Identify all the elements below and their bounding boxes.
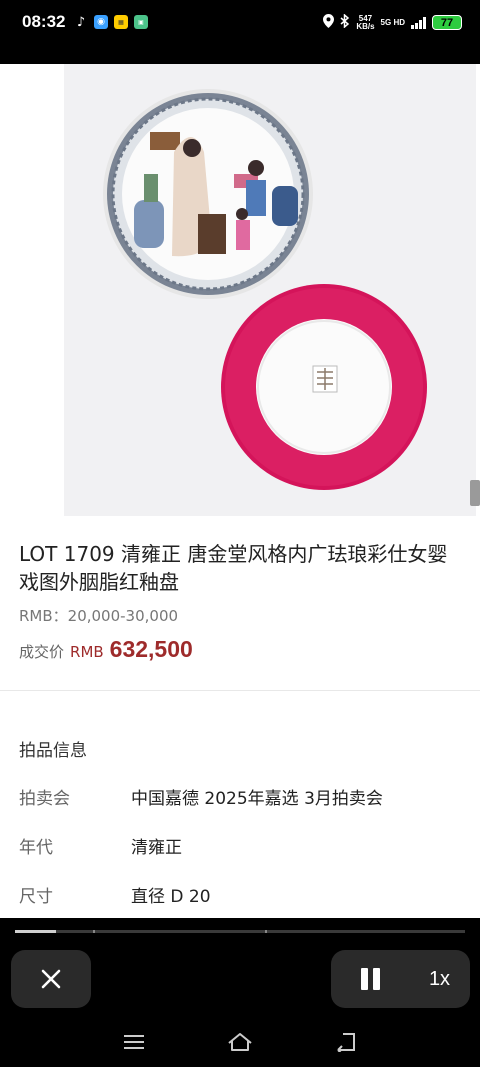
menu-icon [124, 1035, 144, 1049]
battery-indicator: 77 [432, 15, 462, 30]
location-icon [323, 14, 335, 31]
lot-image-area[interactable] [0, 64, 480, 516]
signal-icon [411, 16, 426, 29]
sold-price-row: 成交价 RMB 632,500 [19, 636, 193, 663]
sold-label: 成交价 [19, 643, 65, 661]
section-title-lot-info: 拍品信息 [19, 741, 87, 761]
playback-speed-button[interactable]: 1x [409, 950, 470, 1008]
info-row-auction: 拍卖会 中国嘉德 2025年嘉选 3月拍卖会 [19, 784, 383, 809]
menu-button[interactable] [114, 1024, 154, 1060]
lot-detail-page: LOT 1709 清雍正 唐金堂风格内广珐琅彩仕女婴戏图外胭脂红釉盘 RMB：2… [0, 64, 480, 918]
lot-title: LOT 1709 清雍正 唐金堂风格内广珐琅彩仕女婴戏图外胭脂红釉盘 [19, 542, 448, 594]
media-player-bar: 1x [0, 918, 480, 1018]
status-indicators: 547 KB/s 5G HD 77 [323, 13, 462, 31]
home-button[interactable] [220, 1024, 260, 1060]
notification-icons: ♪ ◉ ▦ ▣ [74, 14, 148, 30]
network-type: 5G HD [380, 17, 405, 27]
status-bar: 08:32 ♪ ◉ ▦ ▣ 547 KB/s 5G HD 77 [0, 0, 480, 64]
back-icon [337, 1033, 355, 1052]
bluetooth-icon [340, 13, 350, 31]
net-speed: 547 KB/s [356, 13, 375, 31]
info-value: 清雍正 [131, 838, 182, 858]
progress-tick [93, 930, 95, 933]
tiktok-icon: ♪ [76, 14, 86, 30]
info-row-era: 年代 清雍正 [19, 833, 182, 858]
app-icon-green: ▣ [134, 15, 148, 29]
lot-estimate: RMB：20,000-30,000 [19, 607, 179, 625]
back-button[interactable] [326, 1024, 366, 1060]
pause-icon [360, 968, 368, 990]
info-value: 直径 D 20 [131, 887, 211, 907]
info-label: 拍卖会 [19, 789, 70, 809]
app-icon-blue: ◉ [94, 15, 108, 29]
progress-bar[interactable] [15, 930, 465, 933]
system-nav-bar [0, 1018, 480, 1067]
divider [0, 690, 480, 691]
info-value[interactable]: 中国嘉德 2025年嘉选 3月拍卖会 [131, 784, 383, 809]
playback-controls: 1x [331, 950, 470, 1008]
sold-price: 632,500 [109, 636, 193, 662]
image-scroll-thumb[interactable] [470, 480, 480, 506]
info-row-size: 尺寸 直径 D 20 [19, 882, 211, 907]
plate-photo [103, 89, 427, 490]
close-icon [41, 969, 61, 989]
sold-currency: RMB [70, 643, 104, 661]
close-button[interactable] [11, 950, 91, 1008]
info-label: 尺寸 [19, 887, 53, 907]
info-label: 年代 [19, 838, 53, 858]
status-time: 08:32 [22, 12, 66, 31]
progress-tick [265, 930, 267, 933]
app-icon-yellow: ▦ [114, 15, 128, 29]
pause-button[interactable] [331, 950, 409, 1008]
lot-image[interactable] [64, 64, 476, 516]
home-icon [228, 1033, 252, 1051]
progress-fill [15, 930, 56, 933]
